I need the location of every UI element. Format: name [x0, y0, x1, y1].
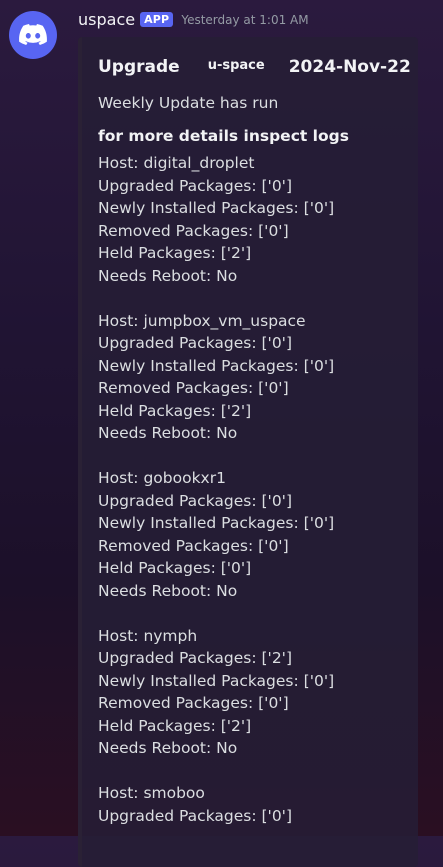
upgraded-packages: Upgraded Packages: ['0'] [98, 806, 292, 825]
host-block: Host: nymph Upgraded Packages: ['2'] New… [98, 625, 408, 760]
host-block: Host: gobookxr1 Upgraded Packages: ['0']… [98, 467, 408, 602]
host-name: Host: digital_droplet [98, 154, 255, 172]
message-header: uspace APP Yesterday at 1:01 AM [78, 10, 309, 29]
host-name: Host: gobookxr1 [98, 469, 226, 487]
removed-packages: Removed Packages: ['0'] [98, 694, 289, 712]
username[interactable]: uspace [78, 10, 135, 29]
upgraded-packages: Upgraded Packages: ['2'] [98, 649, 292, 667]
held-packages: Held Packages: ['2'] [98, 716, 252, 735]
held-packages: Held Packages: ['2'] [98, 401, 252, 420]
upgraded-packages: Upgraded Packages: ['0'] [98, 176, 292, 195]
discord-logo-icon [19, 24, 47, 45]
embed-author: u-space [207, 58, 265, 73]
embed-description: Weekly Update has run [98, 94, 279, 112]
embed-title: Upgrade [98, 57, 180, 77]
removed-packages: Removed Packages: ['0'] [98, 221, 289, 240]
needs-reboot: Needs Reboot: No [98, 424, 238, 442]
newly-installed-packages: Newly Installed Packages: ['0'] [98, 514, 335, 532]
removed-packages: Removed Packages: ['0'] [98, 379, 289, 397]
newly-installed-packages: Newly Installed Packages: ['0'] [98, 671, 335, 690]
needs-reboot: Needs Reboot: No [98, 581, 238, 600]
newly-installed-packages: Newly Installed Packages: ['0'] [98, 356, 335, 375]
host-name: Host: nymph [98, 626, 198, 645]
embed-field-value: Host: digital_droplet Upgraded Packages:… [98, 152, 408, 827]
needs-reboot: Needs Reboot: No [98, 739, 238, 757]
embed: Upgrade u-space 2024-Nov-22 Weekly Updat… [78, 37, 418, 867]
host-block: Host: jumpbox_vm_uspace Upgraded Package… [98, 310, 408, 445]
host-name: Host: jumpbox_vm_uspace [98, 311, 306, 330]
embed-field-name: for more details inspect logs [98, 127, 349, 145]
embed-date: 2024-Nov-22 [288, 57, 411, 77]
removed-packages: Removed Packages: ['0'] [98, 536, 289, 555]
needs-reboot: Needs Reboot: No [98, 266, 238, 285]
host-block: Host: smoboo Upgraded Packages: ['0'] [98, 782, 408, 827]
host-name: Host: smoboo [98, 784, 205, 802]
held-packages: Held Packages: ['0'] [98, 559, 252, 577]
timestamp[interactable]: Yesterday at 1:01 AM [181, 13, 308, 27]
host-block: Host: digital_droplet Upgraded Packages:… [98, 152, 408, 287]
app-badge: APP [140, 12, 174, 27]
upgraded-packages: Upgraded Packages: ['0'] [98, 334, 292, 352]
held-packages: Held Packages: ['2'] [98, 244, 252, 262]
avatar[interactable] [9, 11, 57, 59]
upgraded-packages: Upgraded Packages: ['0'] [98, 491, 292, 510]
embed-title-row: Upgrade u-space 2024-Nov-22 [98, 57, 411, 77]
newly-installed-packages: Newly Installed Packages: ['0'] [98, 199, 335, 217]
